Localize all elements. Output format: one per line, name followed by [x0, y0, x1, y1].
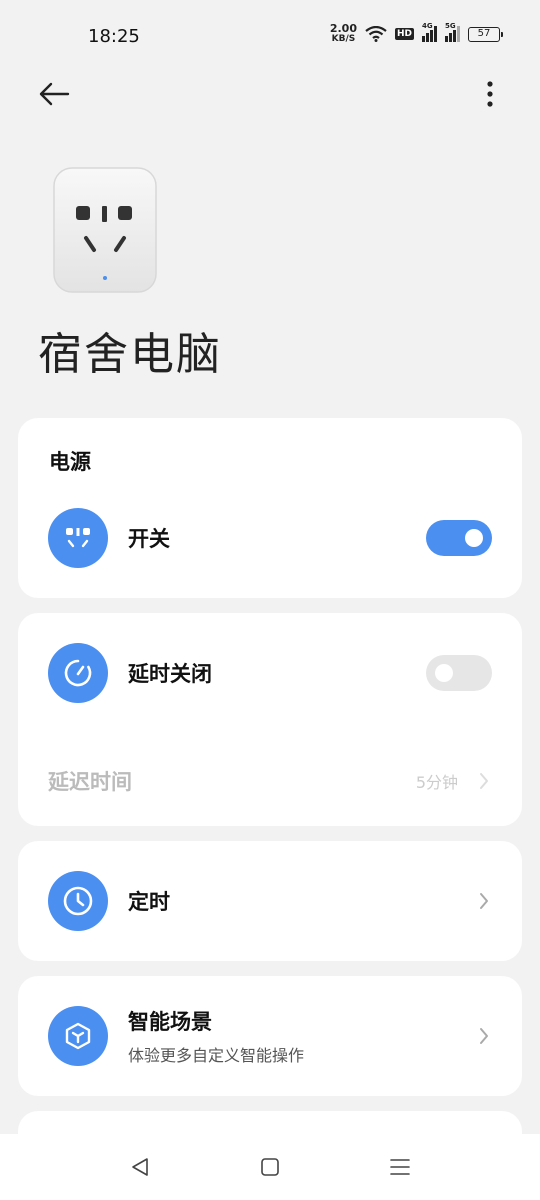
smart-scene-label: 智能场景: [128, 1010, 212, 1034]
delay-time-value: 5分钟: [415, 773, 458, 792]
hd-voice-badge: HD: [394, 28, 414, 40]
wifi-icon: [365, 26, 387, 42]
network-speed-unit: KB/S: [331, 34, 356, 44]
socket-icon: [48, 508, 108, 568]
power-card: 电源 开关: [18, 418, 522, 598]
power-switch-row: 开关: [48, 508, 492, 568]
system-nav-bar: [0, 1134, 540, 1200]
nav-home-button[interactable]: [258, 1155, 282, 1179]
timer-card[interactable]: 定时: [18, 841, 522, 961]
smart-plug-image: [53, 167, 157, 293]
smart-scene-text: 智能场景 体验更多自定义智能操作: [128, 1006, 304, 1066]
more-vertical-icon: [487, 81, 493, 107]
chevron-right-icon: [476, 769, 492, 793]
nav-back-button[interactable]: [128, 1155, 152, 1179]
timer-label: 定时: [128, 890, 170, 914]
delay-time-row[interactable]: 延迟时间 5分钟: [48, 765, 492, 797]
power-section-title: 电源: [49, 450, 91, 474]
timer-dial-icon: [48, 643, 108, 703]
smart-scene-row[interactable]: 智能场景 体验更多自定义智能操作: [48, 1006, 492, 1066]
back-button[interactable]: [34, 74, 74, 114]
status-bar: 18:25 2.00 KB/S HD 4G 5G 57: [0, 0, 540, 72]
square-home-icon: [261, 1158, 279, 1176]
power-switch-label: 开关: [128, 527, 170, 551]
delay-off-label: 延时关闭: [128, 662, 212, 686]
triangle-back-icon: [132, 1158, 148, 1176]
device-name: 宿舍电脑: [38, 329, 222, 380]
battery-icon: 57: [468, 26, 503, 42]
cube-icon: [48, 1006, 108, 1066]
smart-scene-card[interactable]: 智能场景 体验更多自定义智能操作: [18, 976, 522, 1096]
delay-off-toggle[interactable]: [426, 655, 492, 691]
nav-menu-button[interactable]: [388, 1155, 412, 1179]
network-speed-value: 2.00: [329, 22, 357, 35]
power-toggle[interactable]: [426, 520, 492, 556]
delay-off-card: 延时关闭 延迟时间 5分钟: [18, 613, 522, 826]
menu-lines-icon: [390, 1159, 410, 1175]
signal-5g-icon: 5G: [445, 22, 460, 42]
signal-5g-label: 5G: [445, 22, 456, 30]
signal-4g-icon: 4G: [422, 22, 437, 42]
clock-icon: [48, 871, 108, 931]
chevron-right-icon: [476, 1024, 492, 1048]
smart-scene-sublabel: 体验更多自定义智能操作: [128, 1046, 305, 1065]
status-icons: 2.00 KB/S HD 4G 5G 57: [329, 22, 503, 44]
timer-row[interactable]: 定时: [48, 871, 492, 931]
chevron-right-icon: [476, 889, 492, 913]
delay-time-label: 延迟时间: [48, 770, 132, 794]
delay-off-row: 延时关闭: [48, 643, 492, 703]
more-options-button[interactable]: [470, 74, 510, 114]
signal-4g-label: 4G: [422, 22, 433, 30]
status-time: 18:25: [88, 26, 140, 47]
network-speed: 2.00 KB/S: [329, 22, 357, 44]
arrow-left-icon: [39, 82, 70, 106]
